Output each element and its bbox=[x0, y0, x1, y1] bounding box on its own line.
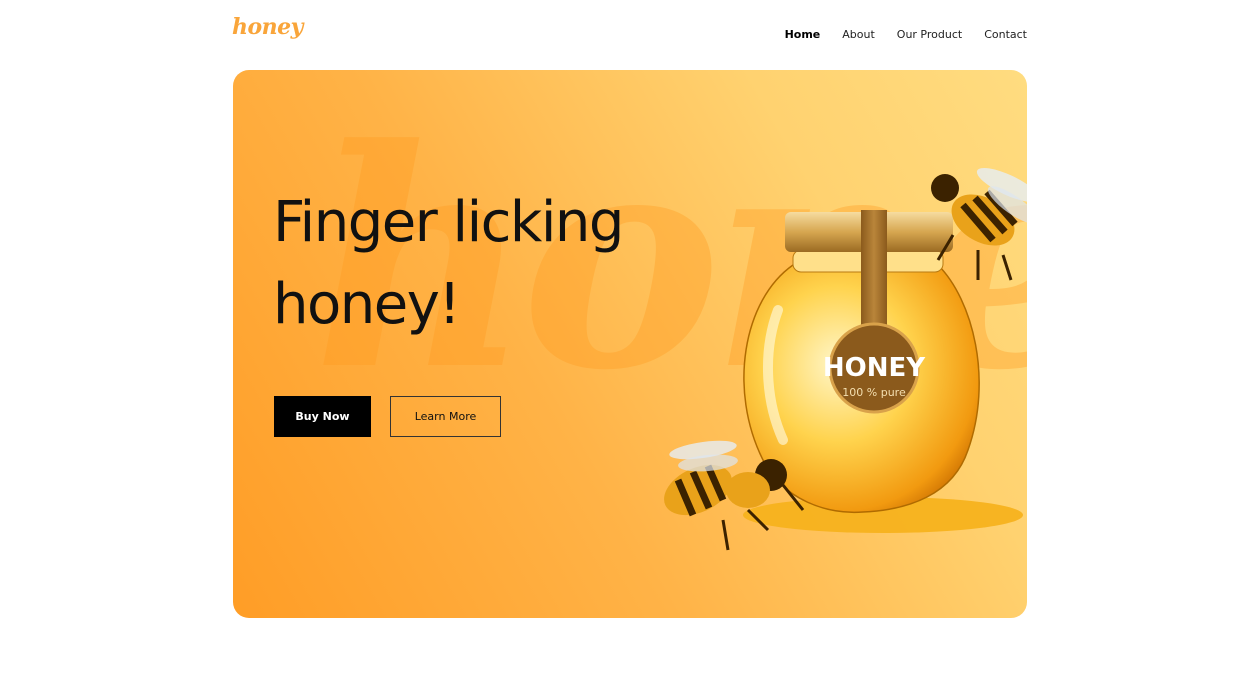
buy-now-button[interactable]: Buy Now bbox=[274, 396, 371, 437]
nav-about[interactable]: About bbox=[842, 28, 875, 41]
learn-more-button[interactable]: Learn More bbox=[390, 396, 501, 437]
hero-title: Finger licking honey! bbox=[273, 190, 624, 337]
jar-strap bbox=[861, 210, 887, 340]
nav-home[interactable]: Home bbox=[785, 28, 821, 41]
nav-our-product[interactable]: Our Product bbox=[897, 28, 962, 41]
hero-banner: honey Finger licking honey! Buy Now Lear… bbox=[233, 70, 1027, 618]
jar-label-subtitle: 100 % pure bbox=[842, 386, 906, 399]
logo[interactable]: honey bbox=[232, 14, 303, 40]
nav-contact[interactable]: Contact bbox=[984, 28, 1027, 41]
jar-label-title: HONEY bbox=[823, 353, 926, 383]
main-nav: Home About Our Product Contact bbox=[785, 28, 1027, 41]
honey-jar-illustration: HONEY 100 % pure bbox=[664, 168, 1027, 551]
